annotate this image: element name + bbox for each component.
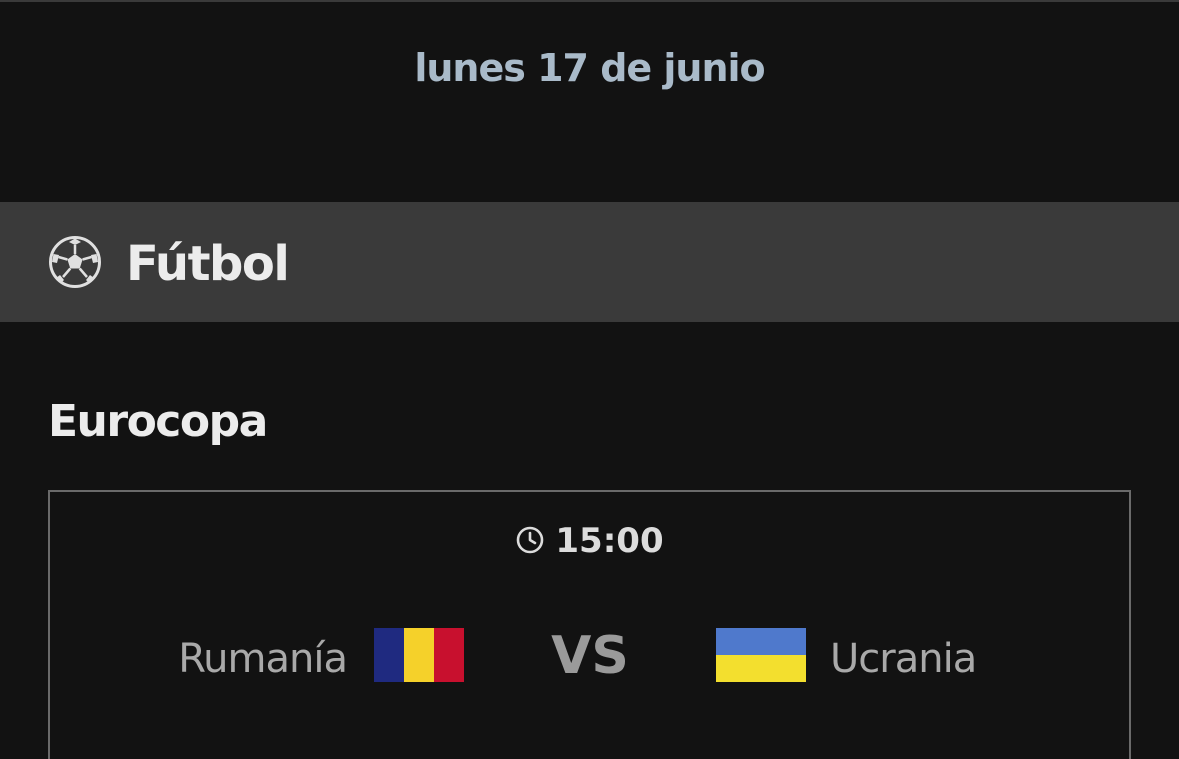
ukraine-flag-icon xyxy=(716,628,806,682)
soccer-ball-icon xyxy=(49,236,101,288)
match-time: 15:00 xyxy=(555,521,664,561)
vs-label: VS xyxy=(551,626,629,686)
competition-title: Eurocopa xyxy=(48,396,268,447)
schedule-page: lunes 17 de junio Fútbol Eurocopa 15:00 … xyxy=(0,0,1179,759)
away-team-name: Ucrania xyxy=(830,636,977,682)
romania-flag-icon xyxy=(374,628,464,682)
sport-title: Fútbol xyxy=(126,236,290,292)
home-team-name: Rumanía xyxy=(178,636,348,682)
match-card[interactable]: 15:00 Rumanía VS Ucrania xyxy=(48,490,1131,759)
sport-section-header[interactable]: Fútbol xyxy=(0,202,1179,322)
clock-icon xyxy=(517,526,544,553)
match-time-row: 15:00 xyxy=(50,520,1129,562)
date-header: lunes 17 de junio xyxy=(414,46,765,90)
